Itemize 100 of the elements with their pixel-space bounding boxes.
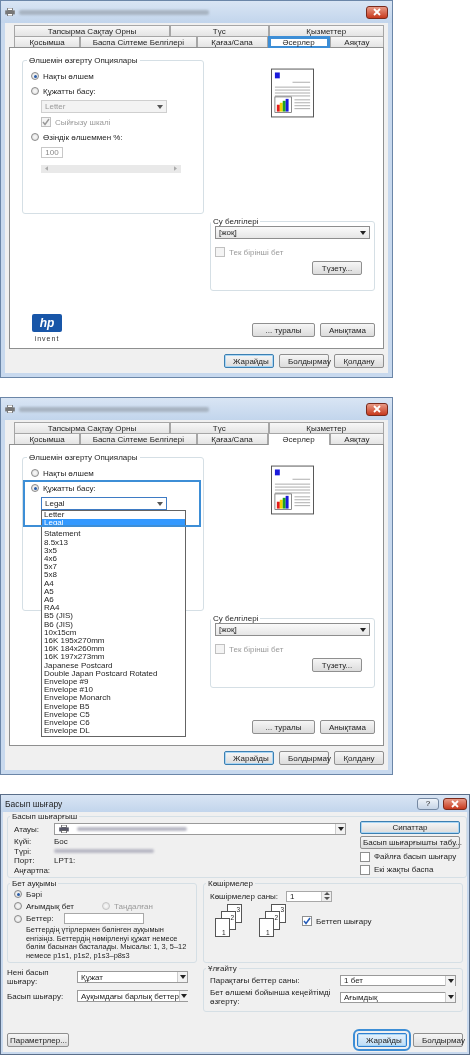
list-option[interactable]: Envelope B5	[42, 702, 185, 711]
list-option[interactable]: 5x8	[42, 571, 185, 580]
dialog-button[interactable]: ... туралы	[252, 720, 315, 734]
group-title: Су белгілері	[212, 614, 260, 623]
tab[interactable]: Қызметтер	[268, 422, 384, 433]
printer-dropdown[interactable]	[54, 823, 346, 835]
radio-button[interactable]	[31, 469, 39, 477]
list-option[interactable]: Envelope Monarch	[42, 694, 185, 703]
dialog-button[interactable]: Жарайды	[224, 751, 274, 765]
list-option[interactable]: A6	[42, 596, 185, 605]
watermark-dropdown[interactable]: [жоқ]	[215, 226, 370, 239]
list-option[interactable]: Envelope #10	[42, 686, 185, 695]
list-option[interactable]: A5	[42, 587, 185, 597]
dialog-button[interactable]: Қолдану	[334, 354, 384, 368]
dropdown[interactable]: Ауқымдағы барлық беттер	[77, 990, 188, 1002]
tab[interactable]: Әсерлер	[267, 36, 330, 48]
tab[interactable]: Қағаз/Сапа	[196, 433, 268, 444]
tab[interactable]: Әсерлер	[267, 433, 330, 445]
dialog-button[interactable]: Басып шығарғышты табу...	[360, 836, 460, 849]
radio-button[interactable]	[14, 914, 22, 923]
options-button[interactable]: Параметрлер...	[7, 1033, 69, 1047]
page-preview-drawing	[271, 465, 314, 515]
field-label: Аңғартпа:	[14, 865, 52, 875]
tab[interactable]: Түс	[169, 422, 269, 433]
list-option[interactable]: 16K 197x273mm	[42, 653, 185, 662]
list-option[interactable]: 4x6	[42, 555, 185, 564]
tab[interactable]: Қызметтер	[268, 25, 384, 36]
group-title: Көшірмелер	[207, 879, 254, 888]
tab[interactable]: Түс	[169, 25, 269, 36]
list-option[interactable]: Letter	[42, 511, 185, 520]
tab[interactable]: Тапсырма Сақтау Орны	[14, 25, 170, 36]
list-option[interactable]: A4	[42, 579, 185, 588]
dialog-button[interactable]: Болдырмау	[279, 354, 329, 368]
list-option[interactable]: 8.5x13	[42, 538, 185, 547]
list-option[interactable]: Envelope C5	[42, 710, 185, 720]
caret-icon	[157, 501, 163, 506]
paper-size-dropdown[interactable]: Legal	[41, 497, 167, 510]
list-option[interactable]: Statement	[42, 530, 185, 539]
tab[interactable]: Аяқтау	[329, 433, 384, 444]
edit-button[interactable]: Түзету...	[312, 658, 362, 672]
list-option[interactable]: 16K 195x270mm	[42, 637, 185, 646]
edit-button[interactable]: Түзету...	[312, 261, 362, 275]
close-button[interactable]	[366, 5, 388, 19]
dialog-button[interactable]: Болдырмау	[279, 751, 329, 765]
list-option[interactable]: Envelope DL	[42, 727, 185, 736]
watermark-dropdown[interactable]: [жоқ]	[215, 623, 370, 636]
radio-button[interactable]	[14, 890, 22, 898]
checkbox[interactable]	[302, 916, 312, 926]
dialog-button[interactable]: ... туралы	[252, 323, 315, 337]
field-value: LPT1:	[54, 856, 76, 866]
dialog-button[interactable]: Болдырмау	[413, 1033, 463, 1047]
list-option[interactable]: Envelope #9	[42, 678, 185, 687]
group-title: Ұлғайту	[207, 964, 238, 973]
copies-spinner[interactable]: 1	[286, 890, 333, 902]
dropdown[interactable]: 1 бет	[340, 975, 456, 986]
option-label: Таңдалған	[114, 901, 153, 911]
caret-icon	[179, 975, 186, 979]
dropdown[interactable]: Құжат	[77, 971, 188, 983]
window-title: Басып шығару	[5, 798, 63, 809]
dropdown[interactable]: Ағымдық	[340, 991, 456, 1003]
caret-icon	[447, 995, 454, 999]
radio-button[interactable]	[14, 902, 22, 910]
radio-button[interactable]	[31, 72, 39, 80]
close-icon	[450, 799, 460, 808]
list-option[interactable]: Japanese Postcard	[42, 661, 185, 670]
field-label: Басып шығару:	[7, 991, 65, 1001]
list-option[interactable]: 5x7	[42, 563, 185, 572]
dialog-button[interactable]: Анықтама	[320, 720, 375, 734]
dialog-button[interactable]: Жарайды	[224, 354, 274, 368]
radio-button[interactable]	[31, 133, 39, 141]
tab[interactable]: Тапсырма Сақтау Орны	[14, 422, 170, 433]
radio-button[interactable]	[31, 484, 39, 492]
option-label: Беттеп шығару	[316, 916, 372, 926]
help-button[interactable]: ?	[417, 797, 439, 810]
checkbox[interactable]	[360, 851, 370, 862]
tab[interactable]: Аяқтау	[329, 36, 384, 47]
dialog-button[interactable]: Анықтама	[320, 323, 375, 337]
radio-button[interactable]	[31, 87, 39, 95]
field-label: Түрі:	[14, 846, 33, 856]
tab[interactable]: Қағаз/Сапа	[196, 36, 268, 47]
field-value: Бос	[54, 837, 68, 847]
list-option[interactable]: RA4	[42, 604, 185, 613]
list-option[interactable]: 10x15cm	[42, 628, 185, 638]
dialog-button[interactable]: Сипаттар	[360, 821, 460, 834]
list-option[interactable]: B5 (JIS)	[42, 612, 185, 621]
list-option[interactable]: 3x5	[42, 546, 185, 555]
caret-icon	[181, 994, 188, 998]
pages-field[interactable]	[63, 913, 144, 924]
close-button[interactable]	[443, 797, 467, 810]
group-title: Су белгілері	[212, 217, 260, 226]
list-option[interactable]: 16K 184x260mm	[42, 645, 185, 654]
field-label: Көшірмелер саны:	[210, 891, 279, 901]
checkbox[interactable]	[360, 864, 370, 875]
field-label: Порт:	[14, 856, 36, 866]
list-option[interactable]: Envelope C6	[42, 719, 185, 728]
list-option[interactable]: Double Japan Postcard Rotated	[42, 669, 185, 679]
close-button[interactable]	[366, 402, 388, 416]
dialog-button[interactable]: Қолдану	[334, 751, 384, 765]
group-title: Өлшемін өзгерту Опциялары	[28, 453, 139, 462]
list-option[interactable]: B6 (JIS)	[42, 620, 185, 629]
